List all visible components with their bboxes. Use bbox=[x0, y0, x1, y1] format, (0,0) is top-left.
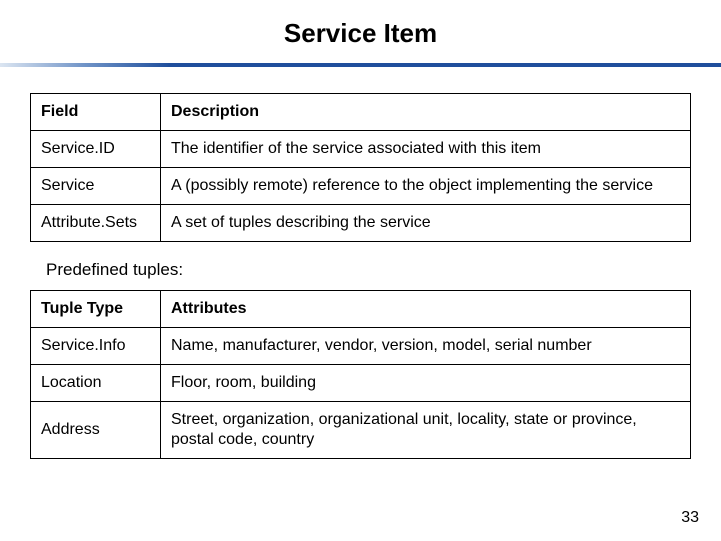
table-row: Address Street, organization, organizati… bbox=[31, 402, 691, 459]
table-header-row: Field Description bbox=[31, 94, 691, 131]
fields-table: Field Description Service.ID The identif… bbox=[30, 93, 691, 242]
tuple-attributes: Name, manufacturer, vendor, version, mod… bbox=[161, 328, 691, 365]
table-row: Attribute.Sets A set of tuples describin… bbox=[31, 205, 691, 242]
slide: Service Item Field Description Service.I… bbox=[0, 0, 721, 541]
tuples-header-attributes: Attributes bbox=[161, 291, 691, 328]
tuples-table: Tuple Type Attributes Service.Info Name,… bbox=[30, 290, 691, 459]
fields-header-field: Field bbox=[31, 94, 161, 131]
tuple-type: Location bbox=[31, 365, 161, 402]
predefined-tuples-label: Predefined tuples: bbox=[30, 260, 691, 280]
tuple-attributes: Floor, room, building bbox=[161, 365, 691, 402]
tuple-type: Address bbox=[31, 402, 161, 459]
title-rule bbox=[0, 63, 721, 67]
page-title: Service Item bbox=[0, 0, 721, 63]
table-row: Service A (possibly remote) reference to… bbox=[31, 168, 691, 205]
field-name: Service.ID bbox=[31, 131, 161, 168]
field-description: The identifier of the service associated… bbox=[161, 131, 691, 168]
table-header-row: Tuple Type Attributes bbox=[31, 291, 691, 328]
tuples-header-type: Tuple Type bbox=[31, 291, 161, 328]
field-name: Service bbox=[31, 168, 161, 205]
field-description: A set of tuples describing the service bbox=[161, 205, 691, 242]
field-name: Attribute.Sets bbox=[31, 205, 161, 242]
tuple-type: Service.Info bbox=[31, 328, 161, 365]
content-area: Field Description Service.ID The identif… bbox=[0, 93, 721, 459]
table-row: Location Floor, room, building bbox=[31, 365, 691, 402]
tuple-attributes: Street, organization, organizational uni… bbox=[161, 402, 691, 459]
fields-header-description: Description bbox=[161, 94, 691, 131]
table-row: Service.ID The identifier of the service… bbox=[31, 131, 691, 168]
table-row: Service.Info Name, manufacturer, vendor,… bbox=[31, 328, 691, 365]
page-number: 33 bbox=[681, 509, 699, 527]
field-description: A (possibly remote) reference to the obj… bbox=[161, 168, 691, 205]
